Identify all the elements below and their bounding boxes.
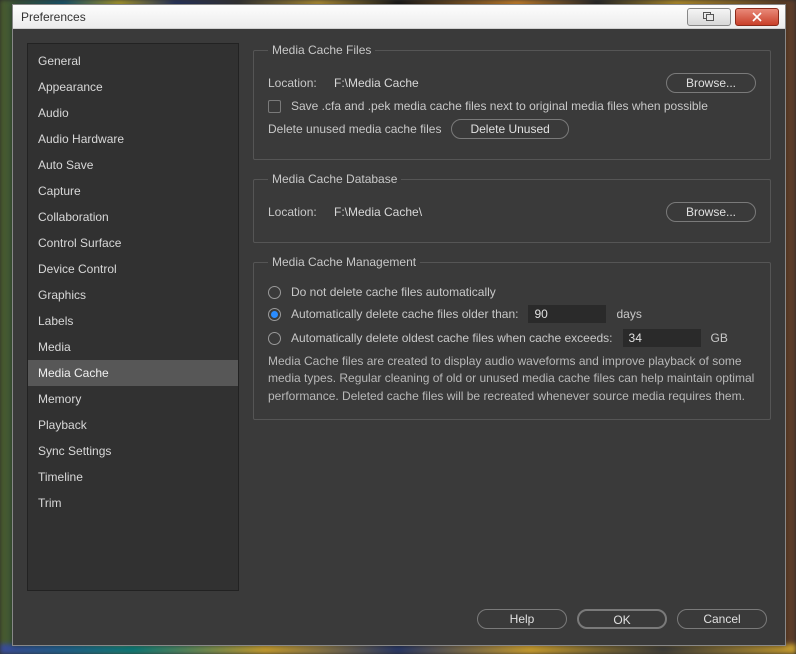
sidebar-item-capture[interactable]: Capture: [28, 178, 238, 204]
preferences-window: Preferences GeneralAppearanceAudioAudio …: [12, 4, 786, 646]
no-delete-radio[interactable]: [268, 286, 281, 299]
group-legend: Media Cache Database: [268, 172, 401, 186]
opt-no-delete-row: Do not delete cache files automatically: [268, 285, 756, 299]
delete-unused-button[interactable]: Delete Unused: [451, 119, 568, 139]
window-title: Preferences: [21, 10, 683, 24]
sidebar-item-graphics[interactable]: Graphics: [28, 282, 238, 308]
older-than-input[interactable]: [528, 305, 606, 323]
location-label: Location:: [268, 76, 324, 90]
titlebar[interactable]: Preferences: [13, 5, 785, 29]
media-cache-database-group: Media Cache Database Location: F:\Media …: [253, 172, 771, 243]
exceeds-radio[interactable]: [268, 332, 281, 345]
sidebar-item-timeline[interactable]: Timeline: [28, 464, 238, 490]
sidebar-item-collaboration[interactable]: Collaboration: [28, 204, 238, 230]
category-sidebar: GeneralAppearanceAudioAudio HardwareAuto…: [27, 43, 239, 591]
sidebar-item-labels[interactable]: Labels: [28, 308, 238, 334]
maximize-button[interactable]: [687, 8, 731, 26]
content-area: GeneralAppearanceAudioAudio HardwareAuto…: [13, 29, 785, 645]
footer: Help OK Cancel: [13, 599, 785, 645]
sidebar-item-media[interactable]: Media: [28, 334, 238, 360]
opt-older-than-row: Automatically delete cache files older t…: [268, 305, 756, 323]
sidebar-item-audio[interactable]: Audio: [28, 100, 238, 126]
files-location-row: Location: F:\Media Cache Browse...: [268, 73, 756, 93]
media-cache-files-group: Media Cache Files Location: F:\Media Cac…: [253, 43, 771, 160]
save-next-label: Save .cfa and .pek media cache files nex…: [291, 99, 708, 113]
save-next-checkbox[interactable]: [268, 100, 281, 113]
exceeds-input[interactable]: [623, 329, 701, 347]
older-than-radio[interactable]: [268, 308, 281, 321]
db-browse-button[interactable]: Browse...: [666, 202, 756, 222]
close-button[interactable]: [735, 8, 779, 26]
sidebar-item-memory[interactable]: Memory: [28, 386, 238, 412]
older-than-label: Automatically delete cache files older t…: [291, 307, 518, 321]
sidebar-item-playback[interactable]: Playback: [28, 412, 238, 438]
no-delete-label: Do not delete cache files automatically: [291, 285, 496, 299]
location-label: Location:: [268, 205, 324, 219]
delete-unused-row: Delete unused media cache files Delete U…: [268, 119, 756, 139]
save-next-row: Save .cfa and .pek media cache files nex…: [268, 99, 756, 113]
sidebar-item-control-surface[interactable]: Control Surface: [28, 230, 238, 256]
db-location-row: Location: F:\Media Cache\ Browse...: [268, 202, 756, 222]
sidebar-item-appearance[interactable]: Appearance: [28, 74, 238, 100]
db-location-value: F:\Media Cache\: [334, 205, 422, 219]
files-location-value: F:\Media Cache: [334, 76, 419, 90]
exceeds-unit: GB: [711, 331, 728, 345]
body: GeneralAppearanceAudioAudio HardwareAuto…: [13, 29, 785, 599]
window-buttons: [683, 8, 779, 26]
sidebar-item-general[interactable]: General: [28, 48, 238, 74]
help-button[interactable]: Help: [477, 609, 567, 629]
main-panel: Media Cache Files Location: F:\Media Cac…: [253, 43, 771, 591]
sidebar-item-auto-save[interactable]: Auto Save: [28, 152, 238, 178]
delete-unused-label: Delete unused media cache files: [268, 122, 441, 136]
ok-button[interactable]: OK: [577, 609, 667, 629]
exceeds-label: Automatically delete oldest cache files …: [291, 331, 613, 345]
sidebar-item-sync-settings[interactable]: Sync Settings: [28, 438, 238, 464]
files-browse-button[interactable]: Browse...: [666, 73, 756, 93]
opt-exceeds-row: Automatically delete oldest cache files …: [268, 329, 756, 347]
sidebar-item-trim[interactable]: Trim: [28, 490, 238, 516]
media-cache-management-group: Media Cache Management Do not delete cac…: [253, 255, 771, 420]
older-than-unit: days: [616, 307, 641, 321]
sidebar-item-device-control[interactable]: Device Control: [28, 256, 238, 282]
group-legend: Media Cache Files: [268, 43, 375, 57]
cancel-button[interactable]: Cancel: [677, 609, 767, 629]
group-legend: Media Cache Management: [268, 255, 420, 269]
sidebar-item-media-cache[interactable]: Media Cache: [28, 360, 238, 386]
sidebar-item-audio-hardware[interactable]: Audio Hardware: [28, 126, 238, 152]
management-description: Media Cache files are created to display…: [268, 353, 756, 405]
